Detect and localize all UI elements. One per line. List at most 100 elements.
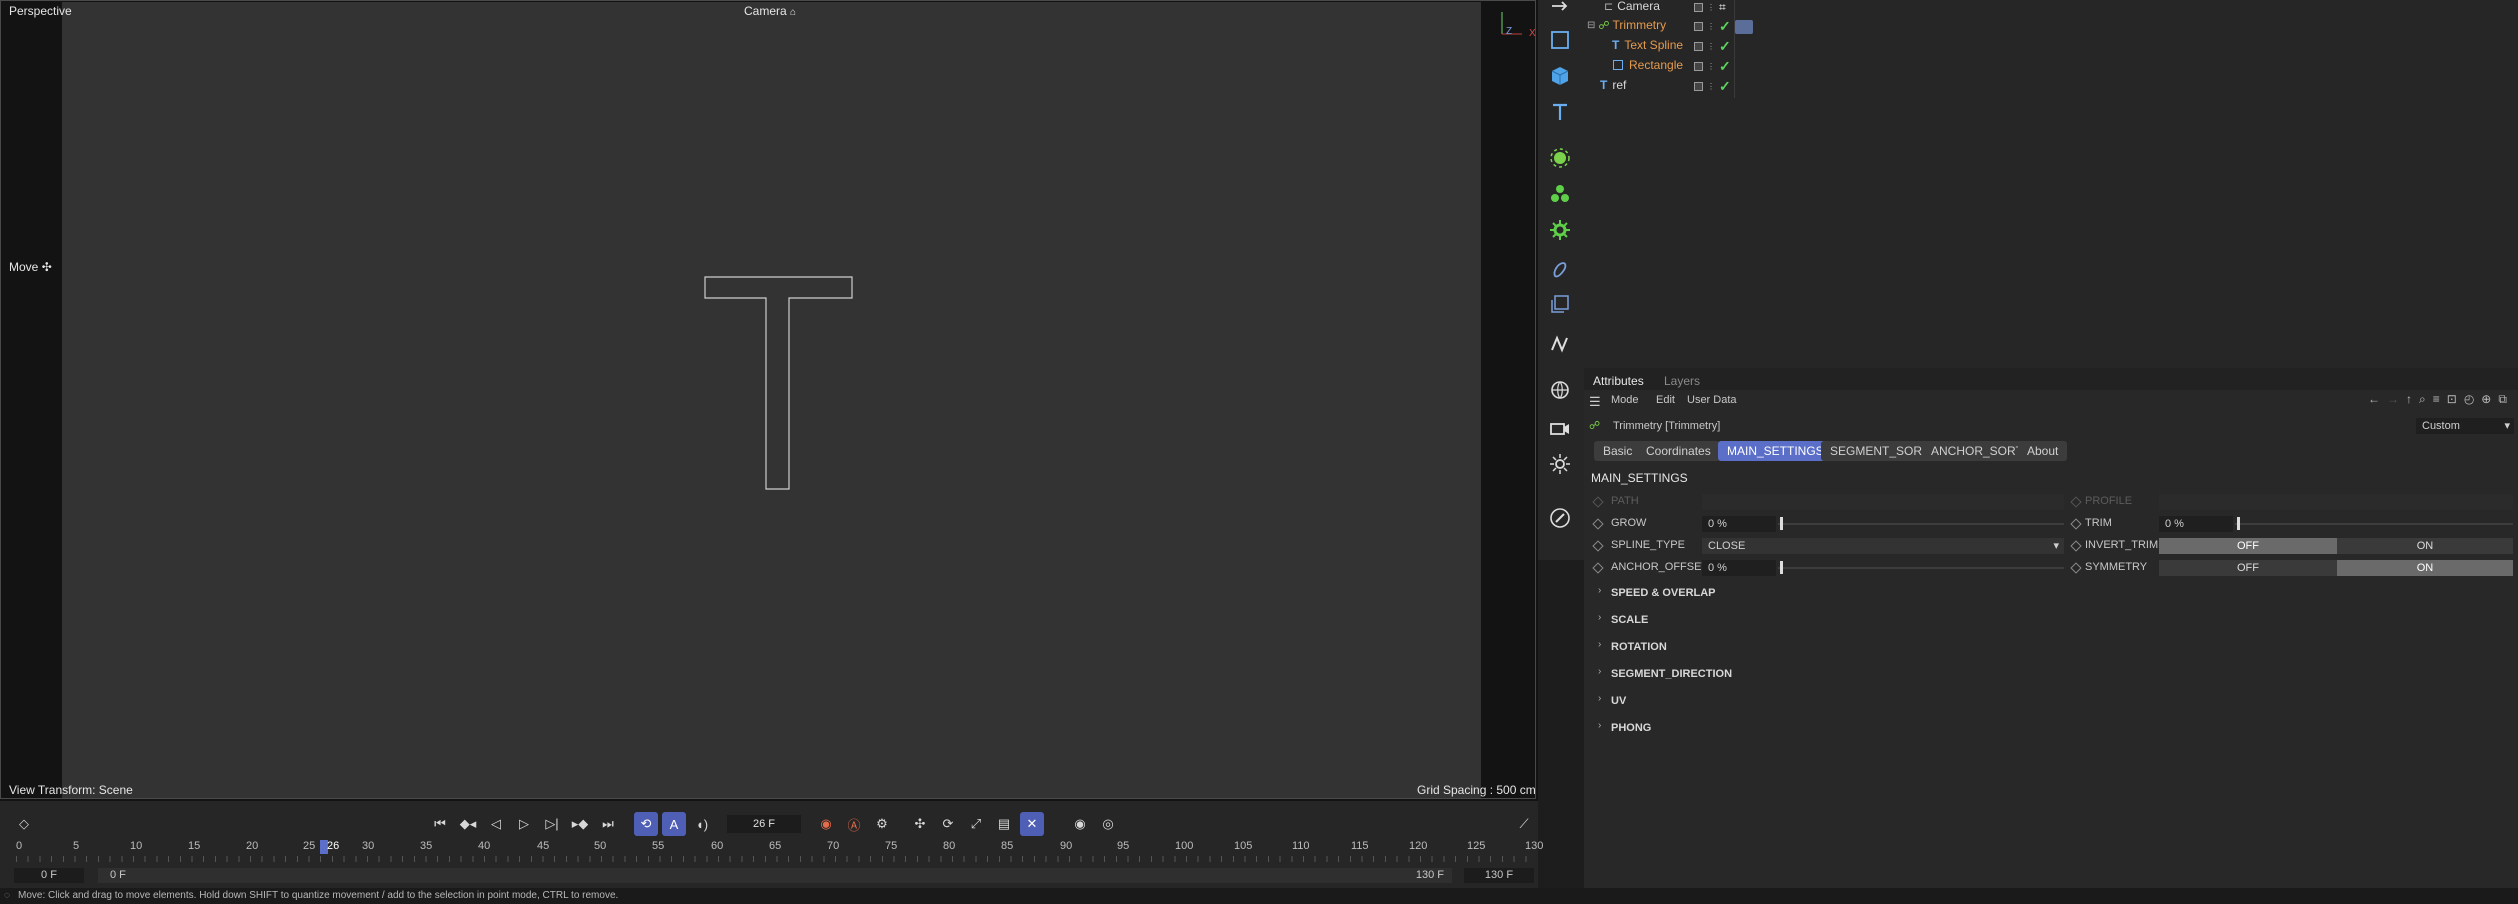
layer-flag[interactable]: [1694, 3, 1703, 12]
up-arrow-icon[interactable]: ↑: [2406, 392, 2412, 407]
group-phong[interactable]: PHONG: [1611, 722, 1651, 734]
key-position-icon[interactable]: ✣: [908, 812, 932, 836]
visibility-dots-icon[interactable]: ⋮: [1707, 42, 1715, 51]
go-to-end-icon[interactable]: ⏭: [596, 812, 620, 836]
search-icon[interactable]: ⌕: [2419, 392, 2426, 407]
visibility-dots-icon[interactable]: ⋮: [1707, 82, 1715, 91]
anchor-offset-slider-track[interactable]: [1778, 567, 2064, 569]
grow-input[interactable]: 0 %: [1702, 516, 1776, 532]
viewport-canvas[interactable]: [62, 2, 1481, 799]
light-icon[interactable]: [1546, 450, 1574, 478]
cube-icon[interactable]: [1546, 62, 1574, 90]
trim-input[interactable]: 0 %: [2159, 516, 2233, 532]
material-tag-icon[interactable]: [1734, 19, 1753, 34]
preview-start-field[interactable]: 0 F: [14, 868, 84, 883]
effector-gear-icon[interactable]: [1546, 216, 1574, 244]
keyframe-settings-icon[interactable]: ⚙: [870, 812, 894, 836]
timeline-ruler[interactable]: [16, 856, 1534, 862]
go-to-start-icon[interactable]: ⏮: [428, 812, 452, 836]
loop-icon[interactable]: ⟲: [634, 812, 658, 836]
spline-rectangle-icon[interactable]: [1546, 26, 1574, 54]
key-scale-icon[interactable]: ⤢: [964, 812, 988, 836]
anchor-offset-slider-handle[interactable]: [1780, 561, 1783, 574]
camera-label[interactable]: Camera ⌂: [744, 4, 796, 18]
move-tool-icon[interactable]: [1546, 0, 1574, 20]
tab-attributes[interactable]: Attributes: [1593, 374, 1644, 388]
forward-arrow-icon[interactable]: →: [2387, 392, 2399, 407]
render-tag-icon[interactable]: [1546, 504, 1574, 532]
play-icon[interactable]: ▷: [512, 812, 536, 836]
key-parameter-icon[interactable]: ▤: [992, 812, 1016, 836]
field-icon[interactable]: [1546, 290, 1574, 318]
menu-user-data[interactable]: User Data: [1687, 394, 1737, 406]
layer-flag[interactable]: [1694, 62, 1703, 71]
group-speed-overlap[interactable]: SPEED & OVERLAP: [1611, 587, 1716, 599]
autokey-icon[interactable]: Ⓐ: [842, 812, 866, 836]
visibility-dots-icon[interactable]: ⋮: [1707, 22, 1715, 31]
menu-edit[interactable]: Edit: [1656, 394, 1675, 406]
record-icon[interactable]: ◉: [814, 812, 838, 836]
add-icon[interactable]: ⊕: [2481, 392, 2491, 407]
scene-icon[interactable]: [1546, 330, 1574, 358]
symmetry-on[interactable]: ON: [2337, 560, 2513, 576]
group-uv[interactable]: UV: [1611, 695, 1626, 707]
cloner-icon[interactable]: [1546, 180, 1574, 208]
chip-segment-sort[interactable]: SEGMENT_SORT: [1821, 441, 1939, 461]
chevron-right-icon[interactable]: ›: [1598, 639, 1601, 650]
hamburger-menu-icon[interactable]: ☰: [1589, 394, 1601, 410]
current-frame-field[interactable]: 26 F: [727, 815, 801, 833]
group-scale[interactable]: SCALE: [1611, 614, 1648, 626]
prev-frame-icon[interactable]: ◁: [484, 812, 508, 836]
lock-icon[interactable]: ⊡: [2447, 392, 2457, 407]
group-rotation[interactable]: ROTATION: [1611, 641, 1667, 653]
collapse-icon[interactable]: ⊟: [1587, 20, 1595, 31]
chip-basic[interactable]: Basic: [1594, 441, 1642, 461]
spline-type-dropdown[interactable]: CLOSE ▾: [1702, 538, 2064, 554]
camera-object-icon[interactable]: [1546, 414, 1574, 442]
trim-slider-handle[interactable]: [2237, 517, 2240, 530]
symmetry-off[interactable]: OFF: [2159, 560, 2337, 576]
invert-trim-off[interactable]: OFF: [2159, 538, 2337, 554]
chip-main-settings[interactable]: MAIN_SETTINGS: [1718, 441, 1833, 461]
group-segment-direction[interactable]: SEGMENT_DIRECTION: [1611, 668, 1732, 680]
enabled-check-icon[interactable]: ✓: [1719, 78, 1731, 95]
layer-flag[interactable]: [1694, 82, 1703, 91]
history-icon[interactable]: ◴: [2464, 392, 2474, 407]
key-pla-icon[interactable]: ✕: [1020, 812, 1044, 836]
environment-icon[interactable]: [1546, 376, 1574, 404]
deformer-icon[interactable]: [1546, 256, 1574, 284]
chip-coordinates[interactable]: Coordinates: [1637, 441, 1720, 461]
sound-icon[interactable]: ◖): [690, 812, 714, 836]
path-link-field[interactable]: [1702, 494, 2064, 510]
prev-key-icon[interactable]: ◆◂: [456, 812, 480, 836]
chevron-right-icon[interactable]: ›: [1598, 720, 1601, 731]
preview-end-field[interactable]: 130 F: [1464, 868, 1534, 883]
preview-range-bar[interactable]: 0 F 130 F: [98, 868, 1452, 883]
chevron-right-icon[interactable]: ›: [1598, 693, 1601, 704]
text-tool-icon[interactable]: [1546, 98, 1574, 126]
motion-system-icon[interactable]: ◉: [1068, 812, 1092, 836]
enabled-check-icon[interactable]: ✓: [1719, 38, 1731, 55]
menu-mode[interactable]: Mode: [1611, 394, 1639, 406]
playback-rate-icon[interactable]: A: [662, 812, 686, 836]
preset-dropdown[interactable]: Custom ▾: [2416, 418, 2514, 434]
enabled-check-icon[interactable]: ✓: [1719, 58, 1731, 75]
new-window-icon[interactable]: ⧉: [2498, 392, 2507, 407]
filter-icon[interactable]: ≡: [2433, 392, 2440, 407]
view-name[interactable]: Perspective: [9, 4, 72, 18]
grow-slider-track[interactable]: [1778, 523, 2064, 525]
visibility-dots-icon[interactable]: ⋮: [1707, 3, 1715, 12]
visibility-dots-icon[interactable]: ⋮: [1707, 62, 1715, 71]
trim-slider-track[interactable]: [2235, 523, 2513, 525]
chevron-right-icon[interactable]: ›: [1598, 585, 1601, 596]
invert-trim-on[interactable]: ON: [2337, 538, 2513, 554]
tab-layers[interactable]: Layers: [1664, 374, 1700, 388]
back-arrow-icon[interactable]: ←: [2368, 392, 2380, 407]
chip-anchor-sort[interactable]: ANCHOR_SORT: [1922, 441, 2032, 461]
next-frame-icon[interactable]: ▷|: [540, 812, 564, 836]
chevron-right-icon[interactable]: ›: [1598, 612, 1601, 623]
next-key-icon[interactable]: ▸◆: [568, 812, 592, 836]
profile-link-field[interactable]: [2159, 494, 2513, 510]
chevron-right-icon[interactable]: ›: [1598, 666, 1601, 677]
layer-flag[interactable]: [1694, 22, 1703, 31]
